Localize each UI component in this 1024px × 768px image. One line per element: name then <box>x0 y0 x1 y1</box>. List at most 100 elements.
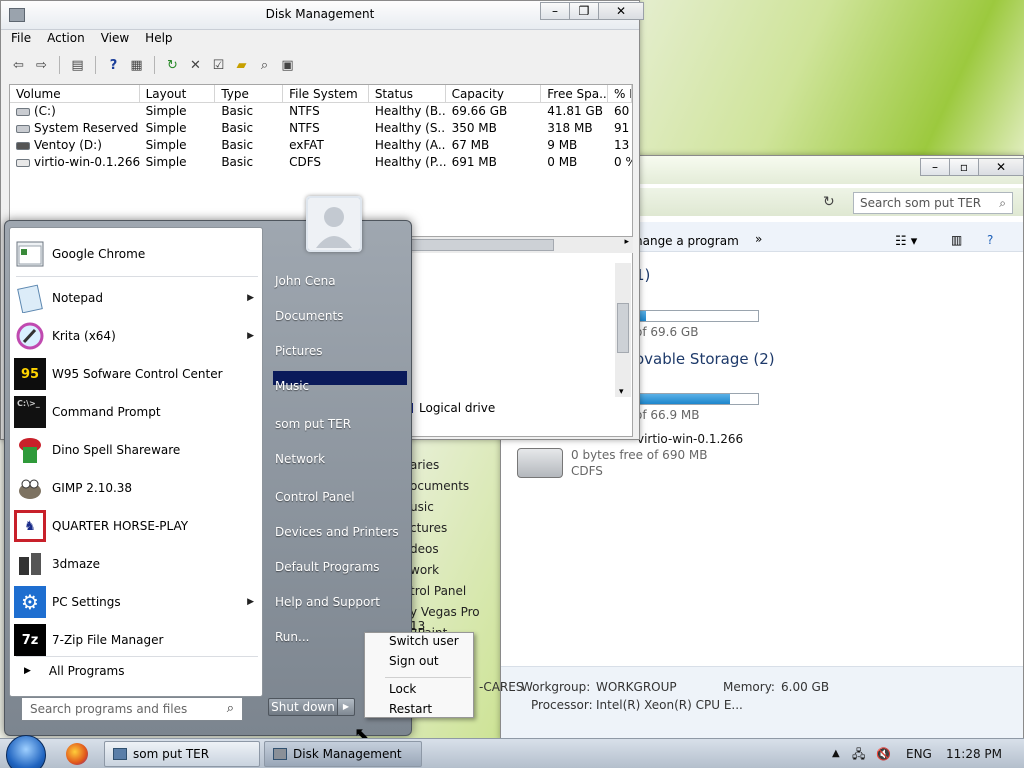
show-hidden-icons-arrow[interactable]: ▲ <box>832 739 840 768</box>
menu-view[interactable]: View <box>101 31 129 45</box>
view-options-icon[interactable]: ☷ ▾ <box>895 234 917 249</box>
program-google-chrome[interactable]: Google Chrome <box>14 236 260 272</box>
col-status[interactable]: Status <box>369 85 446 102</box>
all-programs-button[interactable]: ▶ All Programs <box>24 664 125 678</box>
right-item-control-panel[interactable]: Control Panel <box>273 490 407 504</box>
shutdown-options-arrow[interactable]: ▶ <box>337 698 355 716</box>
col-layout[interactable]: Layout <box>140 85 216 102</box>
start-search-input[interactable]: Search programs and files ⌕ <box>21 697 243 721</box>
shutdown-button[interactable]: Shut down <box>268 698 338 716</box>
delete-icon[interactable]: ✕ <box>186 56 205 75</box>
program-label: QUARTER HORSE-PLAY <box>52 519 189 533</box>
col-volume[interactable]: Volume <box>10 85 140 102</box>
col-free-space[interactable]: Free Spa... <box>541 85 609 102</box>
restore-button[interactable]: ❐ <box>569 2 599 20</box>
table-row[interactable]: (C:) Simple Basic NTFS Healthy (B... 69.… <box>10 103 632 120</box>
clock[interactable]: 11:28 PM <box>946 739 1002 768</box>
gear-icon: ⚙ <box>14 586 46 618</box>
nav-item-videos[interactable]: deos <box>410 542 439 556</box>
explorer-close-button[interactable]: ✕ <box>978 158 1024 176</box>
right-item-computer[interactable]: som put TER <box>273 417 407 431</box>
program-gimp[interactable]: GIMP 2.10.38 <box>14 470 260 506</box>
right-item-documents[interactable]: Documents <box>273 309 407 323</box>
right-item-user[interactable]: John Cena <box>273 274 407 288</box>
explorer-search-input[interactable]: Search som put TER ⌕ <box>853 192 1013 214</box>
menu-restart[interactable]: Restart <box>389 702 432 716</box>
start-button[interactable] <box>6 735 46 768</box>
menu-file[interactable]: File <box>11 31 31 45</box>
properties-icon[interactable]: ☑ <box>209 56 228 75</box>
nav-item-libraries[interactable]: aries <box>410 458 439 472</box>
right-item-help-support[interactable]: Help and Support <box>273 595 407 609</box>
disk-management-titlebar[interactable]: Disk Management – ❐ ✕ <box>1 1 644 30</box>
right-item-pictures[interactable]: Pictures <box>273 344 407 358</box>
caption-buttons: – ❐ ✕ <box>540 2 644 20</box>
program-quarter-horse-play[interactable]: ♞ QUARTER HORSE-PLAY <box>14 508 260 544</box>
program-pc-settings[interactable]: ⚙ PC Settings ▶ <box>14 584 260 620</box>
nav-item-network[interactable]: work <box>410 563 439 577</box>
change-program-command[interactable]: hange a program <box>635 234 739 248</box>
preview-pane-icon[interactable]: ▥ <box>951 233 962 247</box>
explorer-caption-buttons: – ▫ ✕ <box>920 158 1024 176</box>
right-item-music[interactable]: Music <box>273 379 407 393</box>
taskbar-button-explorer[interactable]: som put TER <box>104 741 260 767</box>
horizontal-scrollbar[interactable]: ▸ <box>409 237 633 253</box>
program-krita[interactable]: Krita (x64) ▶ <box>14 318 260 354</box>
more-commands-chevron[interactable]: » <box>755 232 762 246</box>
menu-help[interactable]: Help <box>145 31 172 45</box>
right-item-network[interactable]: Network <box>273 452 407 466</box>
network-icon[interactable]: 🖧 <box>852 739 865 768</box>
program-label: 3dmaze <box>52 557 100 571</box>
show-hide-tree-icon[interactable]: ▤ <box>68 56 87 75</box>
nav-item-music[interactable]: usic <box>410 500 434 514</box>
nav-item-pictures[interactable]: ctures <box>410 521 447 535</box>
program-dino-spell[interactable]: Dino Spell Shareware <box>14 432 260 468</box>
table-row[interactable]: Ventoy (D:) Simple Basic exFAT Healthy (… <box>10 137 632 154</box>
forward-icon[interactable]: ⇨ <box>32 56 51 75</box>
nav-item-documents[interactable]: ocuments <box>410 479 469 493</box>
table-row[interactable]: virtio-win-0.1.266 ... Simple Basic CDFS… <box>10 154 632 171</box>
volume-muted-icon[interactable]: 🔇 <box>876 739 891 768</box>
col-percent-free[interactable]: % F <box>608 85 632 102</box>
close-button[interactable]: ✕ <box>598 2 644 20</box>
help-icon[interactable]: ? <box>104 56 123 75</box>
table-row[interactable]: System Reserved Simple Basic NTFS Health… <box>10 120 632 137</box>
right-item-default-programs[interactable]: Default Programs <box>273 560 407 574</box>
program-command-prompt[interactable]: C:\>_ Command Prompt <box>14 394 260 430</box>
program-7zip[interactable]: 7z 7-Zip File Manager <box>14 622 260 658</box>
cd-drive-icon[interactable] <box>517 448 563 478</box>
search-icon[interactable]: ⌕ <box>255 56 274 75</box>
menu-action[interactable]: Action <box>47 31 85 45</box>
program-3dmaze[interactable]: 3dmaze <box>14 546 260 582</box>
cd-drive-name[interactable]: virtio-win-0.1.266 <box>637 432 743 446</box>
back-icon[interactable]: ⇦ <box>9 56 28 75</box>
menu-switch-user[interactable]: Switch user <box>389 634 459 648</box>
vertical-scrollbar[interactable]: ▾ <box>615 263 631 397</box>
pc-name: -CARES <box>479 680 524 694</box>
menu-sign-out[interactable]: Sign out <box>389 654 439 668</box>
nav-item-control-panel[interactable]: trol Panel <box>410 584 466 598</box>
program-notepad[interactable]: Notepad ▶ <box>14 280 260 316</box>
refresh-icon[interactable]: ↻ <box>823 194 835 210</box>
col-file-system[interactable]: File System <box>283 85 369 102</box>
open-folder-icon[interactable]: ▰ <box>232 56 251 75</box>
program-w95-control-center[interactable]: 95 W95 Sofware Control Center <box>14 356 260 392</box>
language-indicator[interactable]: ENG <box>906 739 932 768</box>
drive-d-usage-bar <box>635 393 759 405</box>
drive-icon <box>16 108 30 116</box>
minimize-button[interactable]: – <box>540 2 570 20</box>
explorer-maximize-button[interactable]: ▫ <box>949 158 979 176</box>
right-item-devices-printers[interactable]: Devices and Printers <box>273 525 407 539</box>
explorer-minimize-button[interactable]: – <box>920 158 950 176</box>
firefox-icon[interactable] <box>66 743 88 765</box>
user-avatar[interactable] <box>306 196 362 252</box>
menu-lock[interactable]: Lock <box>389 682 416 696</box>
export-icon[interactable]: ▣ <box>278 56 297 75</box>
col-capacity[interactable]: Capacity <box>446 85 542 102</box>
program-label: GIMP 2.10.38 <box>52 481 133 495</box>
refresh-icon[interactable]: ↻ <box>163 56 182 75</box>
taskbar-button-disk-management[interactable]: Disk Management <box>264 741 422 767</box>
help-icon[interactable]: ? <box>987 233 993 247</box>
properties-pane-icon[interactable]: ▦ <box>127 56 146 75</box>
col-type[interactable]: Type <box>215 85 284 102</box>
